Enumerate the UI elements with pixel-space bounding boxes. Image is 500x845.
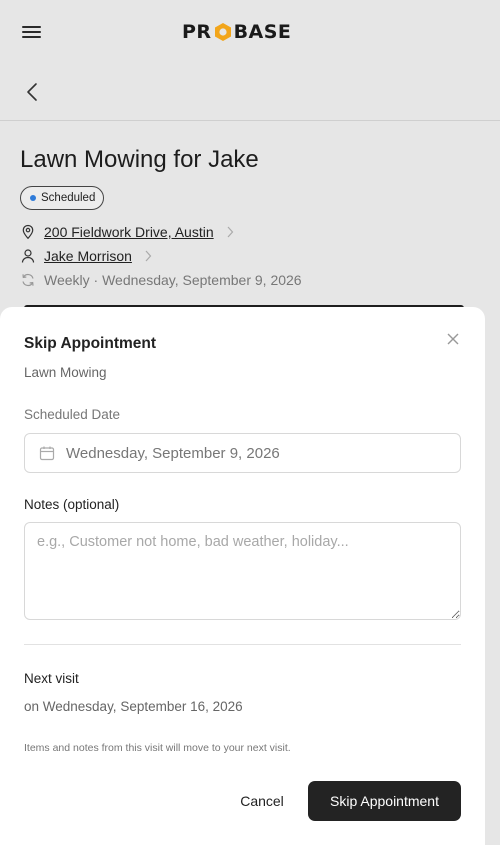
recurrence-row: Weekly · Wednesday, September 9, 2026 xyxy=(20,270,302,290)
recurring-icon xyxy=(22,273,34,287)
status-badge: Scheduled xyxy=(20,186,105,210)
status-dot xyxy=(30,195,36,201)
next-visit-date: on Wednesday, September 16, 2026 xyxy=(24,699,243,714)
status-badge-label: Scheduled xyxy=(41,192,96,204)
sheet-subtitle: Lawn Mowing xyxy=(24,365,107,380)
skip-appointment-sheet: Skip Appointment Lawn Mowing Scheduled D… xyxy=(0,307,485,845)
calendar-icon xyxy=(39,446,55,461)
job-title: Lawn Mowing for Jake xyxy=(20,146,259,173)
scheduled-date-value: Wednesday, September 9, 2026 xyxy=(66,444,280,462)
menu-icon[interactable] xyxy=(22,24,42,40)
divider xyxy=(24,644,461,645)
logo-hex-icon xyxy=(214,23,231,41)
notes-input[interactable] xyxy=(24,522,461,620)
logo-text-right: BASE xyxy=(233,21,292,43)
recurrence-text: Weekly · Wednesday, September 9, 2026 xyxy=(44,272,302,288)
customer-link[interactable]: Jake Morrison xyxy=(44,248,132,264)
notes-label: Notes (optional) xyxy=(24,497,120,512)
address-row: 200 Fieldwork Drive, Austin xyxy=(20,222,234,242)
skip-appointment-button[interactable]: Skip Appointment xyxy=(308,781,461,821)
carry-over-note: Items and notes from this visit will mov… xyxy=(24,742,291,754)
scheduled-date-field[interactable]: Wednesday, September 9, 2026 xyxy=(24,433,461,473)
top-bar: PR BASE xyxy=(0,0,500,64)
probase-logo[interactable]: PR BASE xyxy=(182,20,291,44)
customer-row: Jake Morrison xyxy=(20,246,152,266)
scheduled-date-label: Scheduled Date xyxy=(24,407,121,422)
sheet-title: Skip Appointment xyxy=(24,335,157,352)
address-link[interactable]: 200 Fieldwork Drive, Austin xyxy=(44,224,214,240)
chevron-right-icon[interactable] xyxy=(226,226,234,238)
cancel-button[interactable]: Cancel xyxy=(226,781,298,821)
next-visit-label: Next visit xyxy=(24,671,79,686)
person-icon xyxy=(21,249,35,263)
back-arrow-icon[interactable] xyxy=(24,82,42,102)
location-pin-icon xyxy=(22,224,34,240)
chevron-right-icon[interactable] xyxy=(144,250,152,262)
back-row xyxy=(0,64,500,121)
logo-text-left: PR xyxy=(182,21,212,43)
close-icon[interactable] xyxy=(446,332,460,346)
